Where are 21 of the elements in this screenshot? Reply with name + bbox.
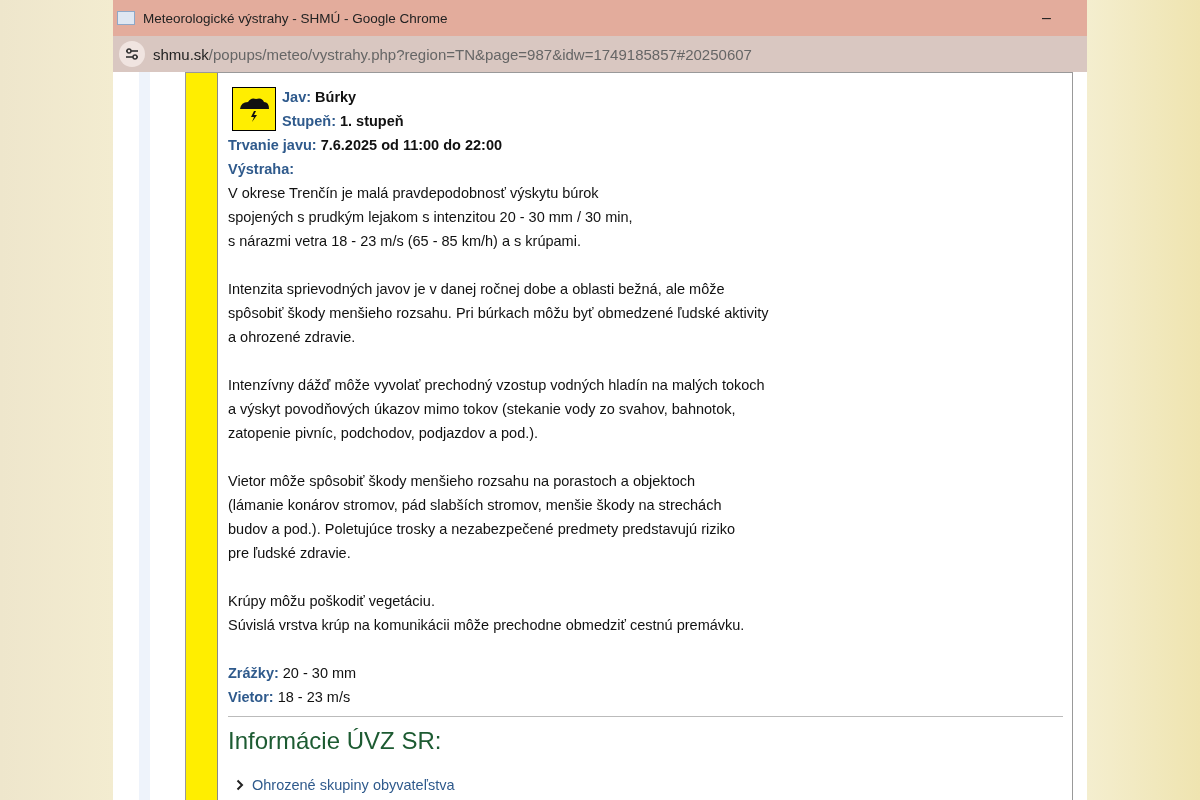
site-settings-icon[interactable] — [119, 41, 145, 67]
minimize-button[interactable]: – — [1036, 9, 1057, 27]
address-bar[interactable]: shmu.sk/popups/meteo/vystrahy.php?region=TN&page=987&idw=1749185857#20250607 — [113, 36, 1087, 72]
expandable-link[interactable]: Ohrozené skupiny obyvateľstva — [236, 777, 455, 793]
phenomenon-line: Jav: Búrky — [282, 88, 358, 107]
url-text[interactable]: shmu.sk/popups/meteo/vystrahy.php?region=TN&page=987&idw=1749185857#20250607 — [153, 45, 752, 63]
site-logo-icon — [117, 11, 135, 25]
warning-paragraph: Vietor môže spôsobiť škody menšieho rozsahu na porastoch a objektoch (lámanie konárov stromov, pád slabších stromov, menšie škody na strechách budov a pod.). Poletujúce trosky a nezabezpečené predmety predstavujú riziko pre ľudské zdravie. — [228, 472, 736, 563]
degree-line: Stupeň: 1. stupeň — [282, 112, 404, 131]
detail-line: Zrážky: 20 - 30 mm — [228, 664, 358, 683]
window-title: Meteorologické výstrahy - SHMÚ - Google Chrome — [143, 10, 449, 26]
thunderstorm-icon — [232, 87, 276, 131]
warning-paragraph: V okrese Trenčín je malá pravdepodobnosť výskytu búrok spojených s prudkým lejakom s intenzitou 20 - 30 mm / 30 min, s nárazmi vetra 18 - 23 m/s (65 - 85 km/h) a s krúpami. — [228, 184, 634, 251]
detail-line: Vietor: 18 - 23 m/s — [228, 688, 352, 707]
warning-paragraph: Krúpy môžu poškodiť vegetáciu. Súvislá vrstva krúp na komunikácii môže prechodne obmedziť cestnú premávku. — [228, 592, 746, 635]
info-heading: Informácie ÚVZ SR: — [228, 727, 443, 755]
chevron-icon — [236, 779, 244, 791]
warning-paragraph: Intenzívny dážď môže vyvolať prechodný vzostup vodných hladín na malých tokoch a výskyt povodňových úkazov mimo tokov (stekanie vody zo svahov, bahnotok, zatopenie pivníc, podchodov, podjazdov a pod.). — [228, 376, 766, 443]
warning-paragraph: Intenzita sprievodných javov je v danej ročnej dobe a oblasti bežná, ale môže spôsobiť škody menšieho rozsahu. Pri búrkach môžu byť obmedzené ľudské aktivity a ohrozené zdravie. — [228, 280, 770, 347]
duration-line: Trvanie javu: 7.6.2025 od 11:00 do 22:00 — [228, 136, 504, 155]
warning-label: Výstraha: — [228, 160, 296, 179]
